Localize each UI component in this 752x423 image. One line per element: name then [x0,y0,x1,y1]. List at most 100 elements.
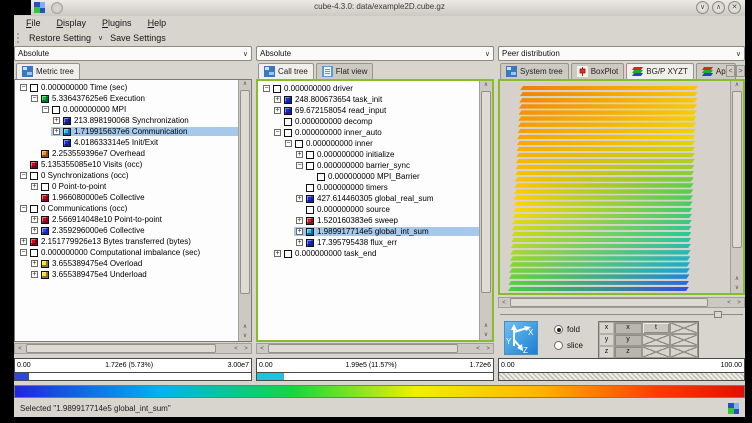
scrollbar-thumb[interactable] [26,344,216,353]
scrollbar-thumb[interactable] [510,298,708,307]
expand-toggle-icon[interactable]: + [296,228,303,235]
tree-item-label[interactable]: 1.719915637e6 Communication [74,127,187,136]
tree-row[interactable]: +0.000000000 initialize [258,149,479,160]
tree-row[interactable]: +2.359296000e6 Collective [15,225,238,236]
maximize-icon[interactable]: ∧ [712,1,725,14]
tree-row[interactable]: − 0.000000000 Computational imbalance (se… [15,247,238,258]
tree-row[interactable]: −0.000000000 Time (sec) [15,82,238,93]
topology-layer[interactable] [508,287,689,291]
topology-layer[interactable] [509,268,690,272]
cube-logo-icon[interactable] [728,403,739,414]
tab-call-tree[interactable]: Call tree [258,63,314,79]
tree-row[interactable]: −0 Communications (occ) [15,203,238,214]
tree-item-label[interactable]: 0.000000000 Time (sec) [41,83,127,92]
topology-layer[interactable] [509,274,690,278]
system-value-mode-select[interactable]: Peer distribution ∨ [498,46,745,61]
tree-row[interactable]: −0 Synchronizations (occ) [15,170,238,181]
toolbar-handle[interactable] [17,33,20,43]
tree-row[interactable]: +248.800673654 task_init [258,94,479,105]
tree-row[interactable]: −0.000000000 MPI [15,104,238,115]
tree-item-label[interactable]: 2.151779926e13 Bytes transferred (bytes) [41,237,191,246]
tree-row[interactable]: +1.719915637e6 Communication [15,126,238,137]
menu-file[interactable]: File [18,18,49,28]
topology-layer[interactable] [508,281,689,285]
tree-item-label[interactable]: 2.566914048e10 Point-to-point [52,215,162,224]
call-value-mode-select[interactable]: Absolute ∨ [256,46,494,61]
tab-flat-view[interactable]: Flat view [316,63,374,79]
tree-item-label[interactable]: 0.000000000 driver [284,84,353,93]
tree-row[interactable]: − 0.000000000 driver [258,83,479,94]
scrollbar-thumb[interactable] [268,344,458,353]
restore-setting-button[interactable]: Restore Setting [25,33,95,43]
axis-button-z[interactable]: z [614,346,642,358]
collapse-toggle-icon[interactable]: − [20,249,27,256]
topology-layer[interactable] [519,98,697,102]
tree-row[interactable]: 0.000000000 timers [258,182,479,193]
scrollbar-thumb[interactable] [481,91,491,293]
expand-toggle-icon[interactable]: + [274,107,281,114]
tree-row[interactable]: −5.336437625e6 Execution [15,93,238,104]
tree-item-label[interactable]: 0.000000000 inner_auto [295,128,382,137]
tab-boxplot[interactable]: BoxPlot [571,63,625,79]
tree-item-label[interactable]: 0 Synchronizations (occ) [41,171,129,180]
tree-item-label[interactable]: 3.655389475e4 Underload [52,270,147,279]
tab-bgp-xyzt[interactable]: BG/P XYZT [626,63,694,79]
chevron-down-icon[interactable]: ∨ [95,34,106,42]
fold-radio[interactable] [554,325,563,334]
topology-layer[interactable] [517,141,696,145]
topology-layer[interactable] [515,171,694,175]
tree-item-label[interactable]: 4.018633314e5 Init/Exit [74,138,158,147]
topology-layer[interactable] [513,195,693,199]
tree-item-label[interactable]: 0.000000000 timers [317,183,388,192]
topology-layer[interactable] [511,244,691,248]
collapse-toggle-icon[interactable]: − [263,85,270,92]
tab-system-tree[interactable]: System tree [500,63,569,79]
expand-toggle-icon[interactable]: + [296,151,303,158]
tree-row[interactable]: +3.655389475e4 Overload [15,258,238,269]
tree-row[interactable]: +1.989917714e5 global_int_sum [258,226,479,237]
topology-layer[interactable] [510,250,690,254]
expand-toggle-icon[interactable]: + [53,117,60,124]
collapse-toggle-icon[interactable]: − [42,106,49,113]
tree-item-label[interactable]: 0.000000000 task_end [295,249,376,258]
tree-row[interactable]: +2.151779926e13 Bytes transferred (bytes… [15,236,238,247]
axis-button-x[interactable]: x [614,322,642,334]
topology-zoom-slider[interactable] [500,310,743,319]
metric-vertical-scrollbar[interactable]: ∧ ∧∨ [238,80,251,341]
metric-horizontal-scrollbar[interactable]: < <> [14,343,252,354]
topology-layer[interactable] [516,153,695,157]
tree-row[interactable]: 1.966080000e5 Collective [15,192,238,203]
tree-item-label[interactable]: 0.000000000 barrier_sync [317,161,410,170]
tree-row[interactable]: 2.253559396e7 Overhead [15,148,238,159]
expand-toggle-icon[interactable]: + [31,216,38,223]
tree-item-label[interactable]: 0.000000000 source [317,205,390,214]
topology-layer[interactable] [518,122,697,126]
tree-item-label[interactable]: 0.000000000 Computational imbalance (sec… [41,248,200,257]
expand-toggle-icon[interactable]: + [274,250,281,257]
topology-layer[interactable] [519,104,697,108]
expand-toggle-icon[interactable]: + [20,238,27,245]
topology-layer[interactable] [519,110,697,114]
tree-item-label[interactable]: 248.800673654 task_init [295,95,382,104]
collapse-toggle-icon[interactable]: − [285,140,292,147]
topology-view[interactable]: ∧ ∧∨ [498,79,745,295]
tree-item-label[interactable]: 2.253559396e7 Overhead [52,149,145,158]
topology-layer[interactable] [512,220,692,224]
titlebar[interactable]: cube-4.3.0: data/example2D.cube.gz ∨ ∧ ✕ [14,0,745,16]
tree-item-label[interactable]: 0.000000000 inner [306,139,373,148]
tree-row[interactable]: +1.520160383e6 sweep [258,215,479,226]
collapse-toggle-icon[interactable]: − [20,205,27,212]
collapse-toggle-icon[interactable]: − [296,162,303,169]
topology-horizontal-scrollbar[interactable]: < <> [498,297,745,308]
tree-row[interactable]: +213.898190068 Synchronization [15,115,238,126]
tree-item-label[interactable]: 0.000000000 decomp [295,117,372,126]
topology-layer[interactable] [512,226,692,230]
expand-toggle-icon[interactable]: + [53,128,60,135]
tree-item-label[interactable]: 213.898190068 Synchronization [74,116,189,125]
tree-row[interactable]: +427.614460305 global_real_sum [258,193,479,204]
topology-layer[interactable] [516,147,695,151]
call-vertical-scrollbar[interactable]: ∧ ∧∨ [479,81,492,340]
tree-row[interactable]: 0.000000000 MPI_Barrier [258,171,479,182]
tree-item-label[interactable]: 5.135355085e10 Visits (occ) [41,160,142,169]
topology-vertical-scrollbar[interactable]: ∧ ∧∨ [730,81,743,293]
